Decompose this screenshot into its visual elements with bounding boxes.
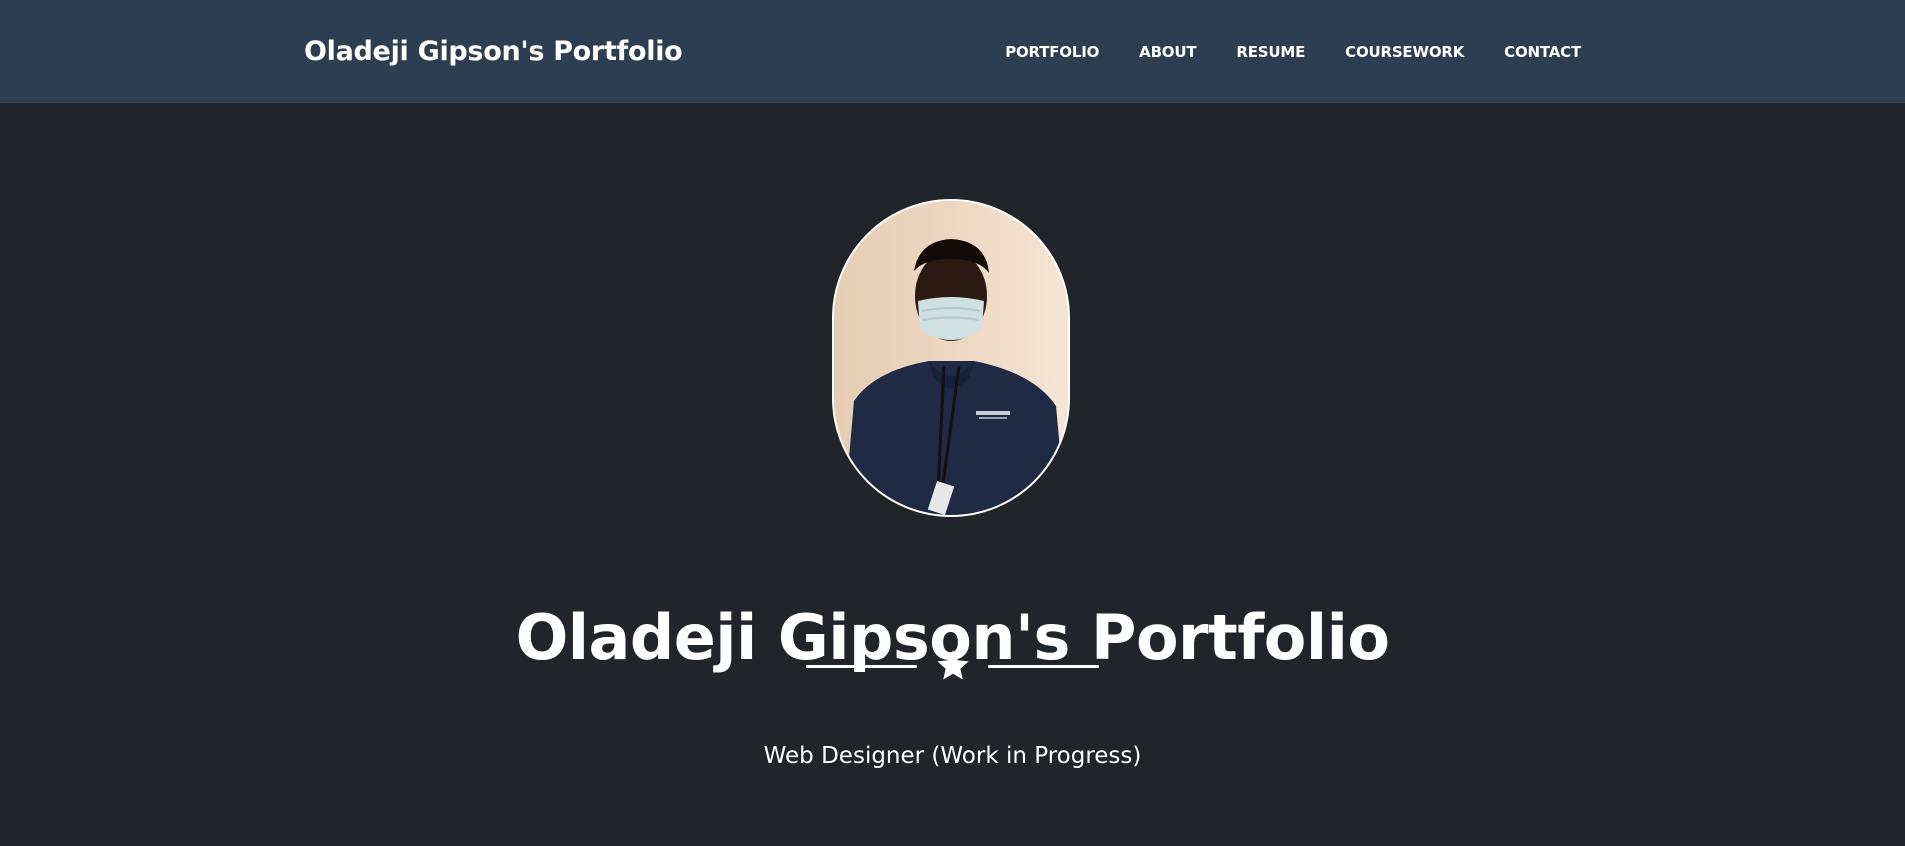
avatar-photo bbox=[834, 201, 1068, 515]
star-icon bbox=[937, 650, 969, 680]
navbar: Oladeji Gipson's Portfolio Portfolio Abo… bbox=[0, 0, 1905, 103]
nav-link-contact[interactable]: Contact bbox=[1484, 35, 1581, 69]
nav-link-about[interactable]: About bbox=[1119, 35, 1216, 69]
nav-link-coursework[interactable]: Coursework bbox=[1325, 35, 1484, 69]
divider-line-right bbox=[988, 665, 1099, 668]
divider bbox=[806, 648, 1099, 684]
nav-link-portfolio[interactable]: Portfolio bbox=[985, 35, 1119, 69]
avatar bbox=[832, 199, 1070, 517]
navbar-brand[interactable]: Oladeji Gipson's Portfolio bbox=[304, 0, 683, 103]
nav-links: Portfolio About Resume Coursework Contac… bbox=[985, 0, 1581, 103]
divider-line-left bbox=[806, 665, 917, 668]
nav-link-resume[interactable]: Resume bbox=[1216, 35, 1325, 69]
masthead-subheading: Web Designer (Work in Progress) bbox=[763, 743, 1142, 769]
